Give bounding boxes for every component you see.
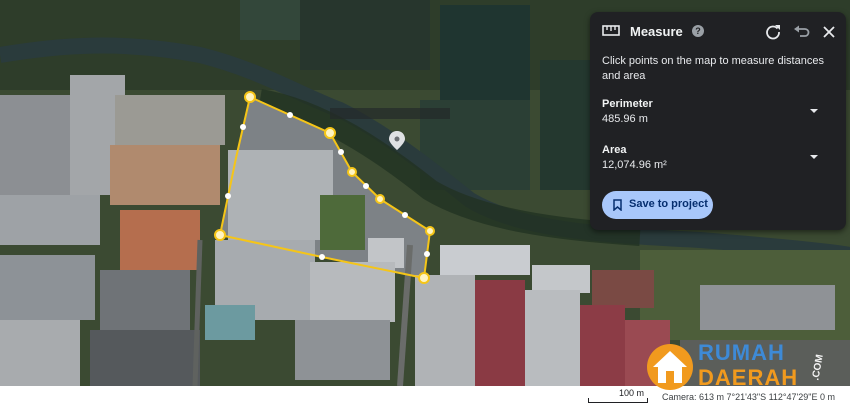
measure-midpoint[interactable] — [319, 254, 325, 260]
scale-bar — [588, 398, 648, 403]
factory-roof — [115, 95, 225, 145]
measure-vertex[interactable] — [244, 91, 256, 103]
perimeter-value: 485.96 m — [602, 113, 648, 125]
factory-roof — [525, 290, 580, 386]
factory-roof — [0, 320, 80, 386]
measure-midpoint[interactable] — [363, 183, 369, 189]
factory-roof — [592, 270, 654, 308]
fish-pond — [240, 0, 300, 40]
measure-midpoint[interactable] — [338, 149, 344, 155]
save-to-project-button[interactable]: Save to project — [602, 191, 713, 219]
perimeter-label: Perimeter — [602, 98, 653, 110]
undo-icon[interactable] — [792, 23, 810, 41]
fish-pond — [300, 0, 430, 70]
factory-roof — [0, 195, 100, 245]
factory-roof — [90, 330, 200, 386]
measure-panel: Measure ? Click points on the map to mea… — [590, 12, 846, 230]
factory-roof — [110, 145, 220, 205]
measure-vertex[interactable] — [347, 167, 357, 177]
factory-roof — [295, 320, 390, 380]
measure-midpoint[interactable] — [402, 212, 408, 218]
measure-instruction: Click points on the map to measure dista… — [602, 55, 824, 82]
watermark-line1: RUMAH — [698, 340, 785, 365]
factory-roof — [228, 150, 333, 240]
fish-pond — [540, 60, 590, 190]
refresh-icon[interactable] — [764, 23, 782, 41]
watermark: RUMAH DAERAH .COM — [640, 338, 840, 398]
factory-roof — [205, 305, 255, 340]
panel-title: Measure — [630, 24, 683, 39]
save-button-label: Save to project — [629, 198, 708, 210]
bookmark-icon — [613, 199, 622, 211]
factory-roof — [415, 275, 475, 386]
measure-midpoint[interactable] — [225, 193, 231, 199]
help-icon[interactable]: ? — [692, 25, 704, 37]
measure-vertex[interactable] — [214, 229, 226, 241]
house-logo-icon — [647, 344, 693, 390]
ruler-icon — [602, 25, 620, 36]
factory-roof — [475, 280, 525, 386]
factory-roof — [700, 285, 835, 330]
measure-midpoint[interactable] — [240, 124, 246, 130]
close-icon[interactable] — [820, 23, 838, 41]
watermark-line2: DAERAH — [698, 365, 799, 390]
measure-vertex[interactable] — [418, 272, 430, 284]
factory-roof — [0, 95, 70, 195]
measure-vertex[interactable] — [425, 226, 435, 236]
road-label — [330, 108, 450, 119]
factory-roof — [100, 270, 190, 330]
measure-vertex[interactable] — [375, 194, 385, 204]
grass-patch — [320, 195, 365, 250]
measure-midpoint[interactable] — [287, 112, 293, 118]
factory-roof — [310, 262, 395, 322]
factory-roof — [120, 210, 200, 270]
factory-roof — [0, 255, 95, 320]
factory-roof — [532, 265, 590, 293]
factory-roof — [440, 245, 530, 275]
measure-midpoint[interactable] — [424, 251, 430, 257]
panel-header: Measure ? — [590, 12, 846, 52]
measure-vertex[interactable] — [324, 127, 336, 139]
factory-roof — [580, 305, 625, 386]
area-label: Area — [602, 144, 627, 156]
chevron-down-icon[interactable] — [808, 151, 820, 163]
watermark-suffix: .COM — [810, 353, 826, 382]
chevron-down-icon[interactable] — [808, 105, 820, 117]
fish-pond — [440, 5, 530, 100]
area-value: 12,074.96 m² — [602, 159, 667, 171]
